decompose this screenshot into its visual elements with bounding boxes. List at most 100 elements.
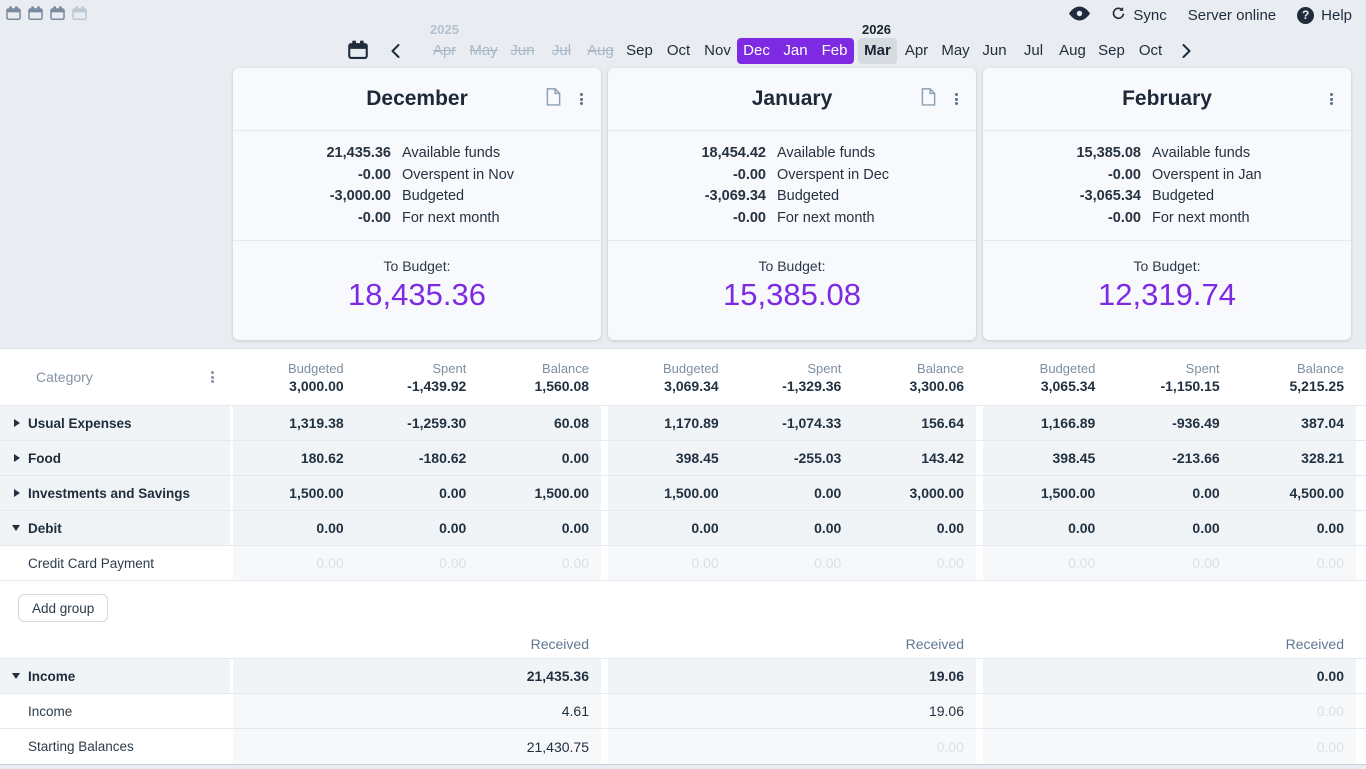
- received-cell[interactable]: 0.00: [983, 694, 1356, 728]
- notes-icon[interactable]: [921, 87, 936, 111]
- show-4-months-button[interactable]: [72, 6, 87, 21]
- budgeted-cell[interactable]: 398.45: [608, 450, 731, 466]
- budgeted-cell[interactable]: 0.00: [983, 520, 1107, 536]
- received-cell[interactable]: 21,430.75: [233, 729, 601, 764]
- balance-cell[interactable]: 328.21: [1232, 450, 1356, 466]
- category-name-cell[interactable]: Income: [0, 694, 230, 728]
- spent-cell[interactable]: 0.00: [731, 520, 854, 536]
- balance-cell[interactable]: 3,000.00: [853, 485, 976, 501]
- spent-cell[interactable]: -1,259.30: [356, 415, 479, 431]
- card-menu-icon[interactable]: [953, 89, 960, 108]
- collapse-icon[interactable]: [12, 525, 20, 531]
- spent-cell[interactable]: 0.00: [1107, 485, 1231, 501]
- balance-cell[interactable]: 0.00: [853, 555, 976, 571]
- month-item[interactable]: Sep: [1092, 38, 1131, 64]
- balance-cell[interactable]: 0.00: [1232, 520, 1356, 536]
- budgeted-cell[interactable]: 1,170.89: [608, 415, 731, 431]
- spent-cell[interactable]: 0.00: [356, 520, 479, 536]
- received-cell[interactable]: 19.06: [608, 694, 976, 728]
- month-item[interactable]: Apr: [425, 38, 464, 64]
- spent-cell[interactable]: 0.00: [731, 485, 854, 501]
- month-item[interactable]: Jun: [975, 38, 1014, 64]
- spent-cell[interactable]: 0.00: [1107, 520, 1231, 536]
- expand-icon[interactable]: [14, 419, 20, 427]
- budgeted-value[interactable]: -3,000.00: [233, 186, 391, 208]
- month-item-selected[interactable]: Feb: [815, 38, 854, 64]
- balance-cell[interactable]: 0.00: [478, 520, 601, 536]
- balance-cell[interactable]: 0.00: [478, 555, 601, 571]
- spent-cell[interactable]: 0.00: [356, 555, 479, 571]
- collapse-icon[interactable]: [12, 673, 20, 679]
- budgeted-cell[interactable]: 1,166.89: [983, 415, 1107, 431]
- available-funds-value[interactable]: 21,435.36: [233, 143, 391, 165]
- spent-cell[interactable]: 0.00: [356, 485, 479, 501]
- month-item[interactable]: Jul: [542, 38, 581, 64]
- spent-cell[interactable]: -936.49: [1107, 415, 1231, 431]
- balance-cell[interactable]: 387.04: [1232, 415, 1356, 431]
- month-item[interactable]: May: [464, 38, 503, 64]
- overspent-value[interactable]: -0.00: [233, 165, 391, 187]
- chevron-left-icon[interactable]: [391, 44, 400, 58]
- to-budget-value[interactable]: 12,319.74: [983, 277, 1351, 313]
- group-name-cell[interactable]: Debit: [0, 511, 230, 545]
- budgeted-value[interactable]: -3,069.34: [608, 186, 766, 208]
- month-item[interactable]: Sep: [620, 38, 659, 64]
- group-name-cell[interactable]: Usual Expenses: [0, 406, 230, 440]
- show-1-month-button[interactable]: [6, 6, 21, 21]
- spent-cell[interactable]: 0.00: [1107, 555, 1231, 571]
- month-item-selected[interactable]: Dec: [737, 38, 776, 64]
- budgeted-cell[interactable]: 398.45: [983, 450, 1107, 466]
- received-cell[interactable]: 21,435.36: [233, 659, 601, 693]
- received-cell[interactable]: 4.61: [233, 694, 601, 728]
- budgeted-cell[interactable]: 1,500.00: [608, 485, 731, 501]
- group-name-cell[interactable]: Income: [0, 659, 230, 693]
- balance-cell[interactable]: 143.42: [853, 450, 976, 466]
- budgeted-cell[interactable]: 0.00: [233, 555, 356, 571]
- month-item[interactable]: Nov: [698, 38, 737, 64]
- month-item[interactable]: Aug: [581, 38, 620, 64]
- budgeted-value[interactable]: -3,065.34: [983, 186, 1141, 208]
- calendar-icon[interactable]: [348, 40, 368, 59]
- month-item[interactable]: Oct: [1131, 38, 1170, 64]
- notes-icon[interactable]: [546, 87, 561, 111]
- received-cell[interactable]: 0.00: [608, 729, 976, 764]
- card-menu-icon[interactable]: [578, 89, 585, 108]
- spent-cell[interactable]: -213.66: [1107, 450, 1231, 466]
- month-item[interactable]: Apr: [897, 38, 936, 64]
- server-status[interactable]: Server online: [1188, 7, 1276, 24]
- balance-cell[interactable]: 4,500.00: [1232, 485, 1356, 501]
- category-name-cell[interactable]: Starting Balances: [0, 729, 230, 764]
- budgeted-cell[interactable]: 180.62: [233, 450, 356, 466]
- month-item[interactable]: Oct: [659, 38, 698, 64]
- month-item-current[interactable]: Mar: [858, 38, 897, 64]
- balance-cell[interactable]: 1,500.00: [478, 485, 601, 501]
- group-name-cell[interactable]: Food: [0, 441, 230, 475]
- spent-cell[interactable]: -255.03: [731, 450, 854, 466]
- balance-cell[interactable]: 0.00: [1232, 555, 1356, 571]
- received-cell[interactable]: 19.06: [608, 659, 976, 693]
- expand-icon[interactable]: [14, 489, 20, 497]
- show-3-months-button[interactable]: [50, 6, 65, 21]
- budgeted-cell[interactable]: 0.00: [233, 520, 356, 536]
- available-funds-value[interactable]: 18,454.42: [608, 143, 766, 165]
- balance-cell[interactable]: 0.00: [853, 520, 976, 536]
- add-group-button[interactable]: Add group: [18, 594, 109, 622]
- available-funds-value[interactable]: 15,385.08: [983, 143, 1141, 165]
- next-month-value[interactable]: -0.00: [608, 208, 766, 230]
- privacy-eye-button[interactable]: [1069, 6, 1091, 25]
- help-button[interactable]: ? Help: [1297, 6, 1352, 24]
- month-item[interactable]: May: [936, 38, 975, 64]
- category-header-cell[interactable]: Category: [0, 349, 230, 405]
- next-month-value[interactable]: -0.00: [983, 208, 1141, 230]
- expand-icon[interactable]: [14, 454, 20, 462]
- to-budget-value[interactable]: 18,435.36: [233, 277, 601, 313]
- category-menu-icon[interactable]: [209, 367, 216, 386]
- balance-cell[interactable]: 60.08: [478, 415, 601, 431]
- sync-button[interactable]: Sync: [1111, 6, 1167, 25]
- spent-cell[interactable]: 0.00: [731, 555, 854, 571]
- budgeted-cell[interactable]: 1,500.00: [983, 485, 1107, 501]
- category-name-cell[interactable]: Credit Card Payment: [0, 546, 230, 580]
- show-2-months-button[interactable]: [28, 6, 43, 21]
- budgeted-cell[interactable]: 1,319.38: [233, 415, 356, 431]
- balance-cell[interactable]: 156.64: [853, 415, 976, 431]
